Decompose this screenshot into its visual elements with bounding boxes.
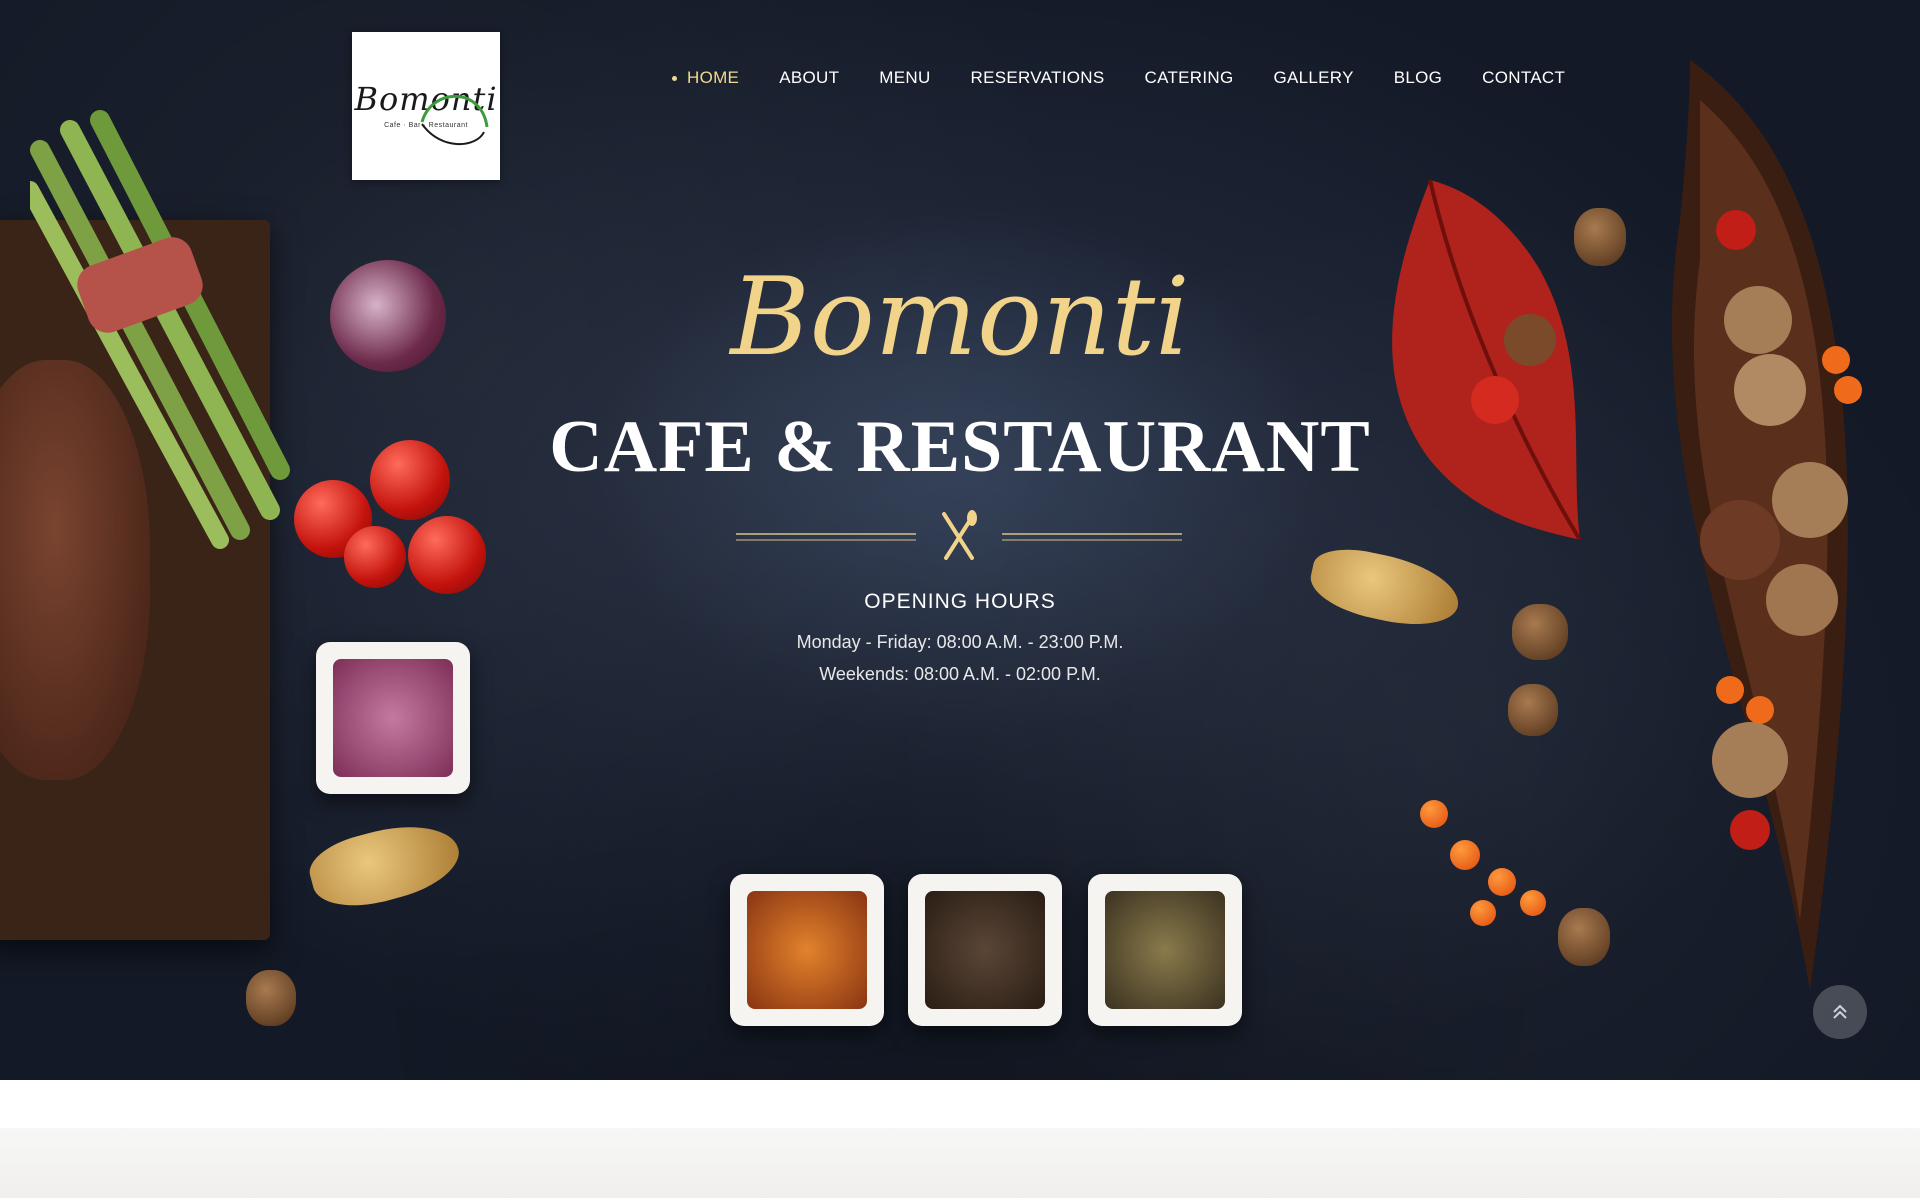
allspice-bowl-image	[908, 874, 1062, 1026]
main-nav: HOME ABOUT MENU RESERVATIONS CATERING GA…	[672, 68, 1605, 88]
hero-brand-script: Bomonti	[730, 255, 1190, 380]
tomato-image	[408, 516, 486, 594]
logo-swoosh-icon	[420, 94, 489, 146]
nav-item-label: GALLERY	[1273, 68, 1354, 87]
nav-item-label: CONTACT	[1482, 68, 1566, 87]
nav-item-label: MENU	[879, 68, 931, 87]
next-section-texture	[0, 1128, 1920, 1198]
tomato-image	[344, 526, 406, 588]
nav-item-label: RESERVATIONS	[970, 68, 1105, 87]
nav-item-blog[interactable]: BLOG	[1394, 68, 1442, 88]
nav-item-contact[interactable]: CONTACT	[1482, 68, 1565, 88]
hero-headline: CAFE & RESTAURANT	[549, 406, 1371, 488]
weekend-hours: Weekends: 08:00 A.M. - 02:00 P.M.	[819, 664, 1101, 684]
weekday-hours: Monday - Friday: 08:00 A.M. - 23:00 P.M.	[796, 632, 1124, 652]
hero-section: Bomonti Cafe · Bar · Restaurant HOME ABO…	[0, 0, 1920, 1080]
nav-item-label: ABOUT	[779, 68, 840, 87]
acorn-image	[1508, 684, 1558, 736]
double-chevron-up-icon	[1833, 1004, 1847, 1019]
berry-image	[1470, 900, 1496, 926]
nav-item-gallery[interactable]: GALLERY	[1273, 68, 1353, 88]
acorn-image	[1558, 908, 1610, 966]
nav-item-menu[interactable]: MENU	[879, 68, 930, 88]
nav-item-label: HOME	[687, 68, 740, 87]
berry-image	[1420, 800, 1448, 828]
wooden-plate-image	[1671, 60, 1862, 990]
site-logo[interactable]: Bomonti Cafe · Bar · Restaurant	[352, 32, 500, 180]
berry-image	[1520, 890, 1546, 916]
opening-hours-title: OPENING HOURS	[864, 590, 1056, 613]
nav-item-label: BLOG	[1393, 68, 1443, 87]
hero-divider	[736, 510, 1182, 560]
berry-image	[1450, 840, 1480, 870]
nav-item-catering[interactable]: CATERING	[1145, 68, 1234, 88]
nav-item-reservations[interactable]: RESERVATIONS	[971, 68, 1105, 88]
fork-knife-icon	[942, 510, 977, 560]
scroll-to-top-button[interactable]	[1813, 985, 1867, 1039]
chili-bowl-image	[730, 874, 884, 1026]
active-dot-icon	[672, 75, 677, 81]
nav-item-home[interactable]: HOME	[672, 68, 739, 88]
nav-item-label: CATERING	[1144, 68, 1234, 87]
berry-image	[1488, 868, 1516, 896]
nav-item-about[interactable]: ABOUT	[779, 68, 839, 88]
peppercorn-bowl-image	[1088, 874, 1242, 1026]
acorn-image	[246, 970, 296, 1026]
next-section	[0, 1080, 1920, 1200]
